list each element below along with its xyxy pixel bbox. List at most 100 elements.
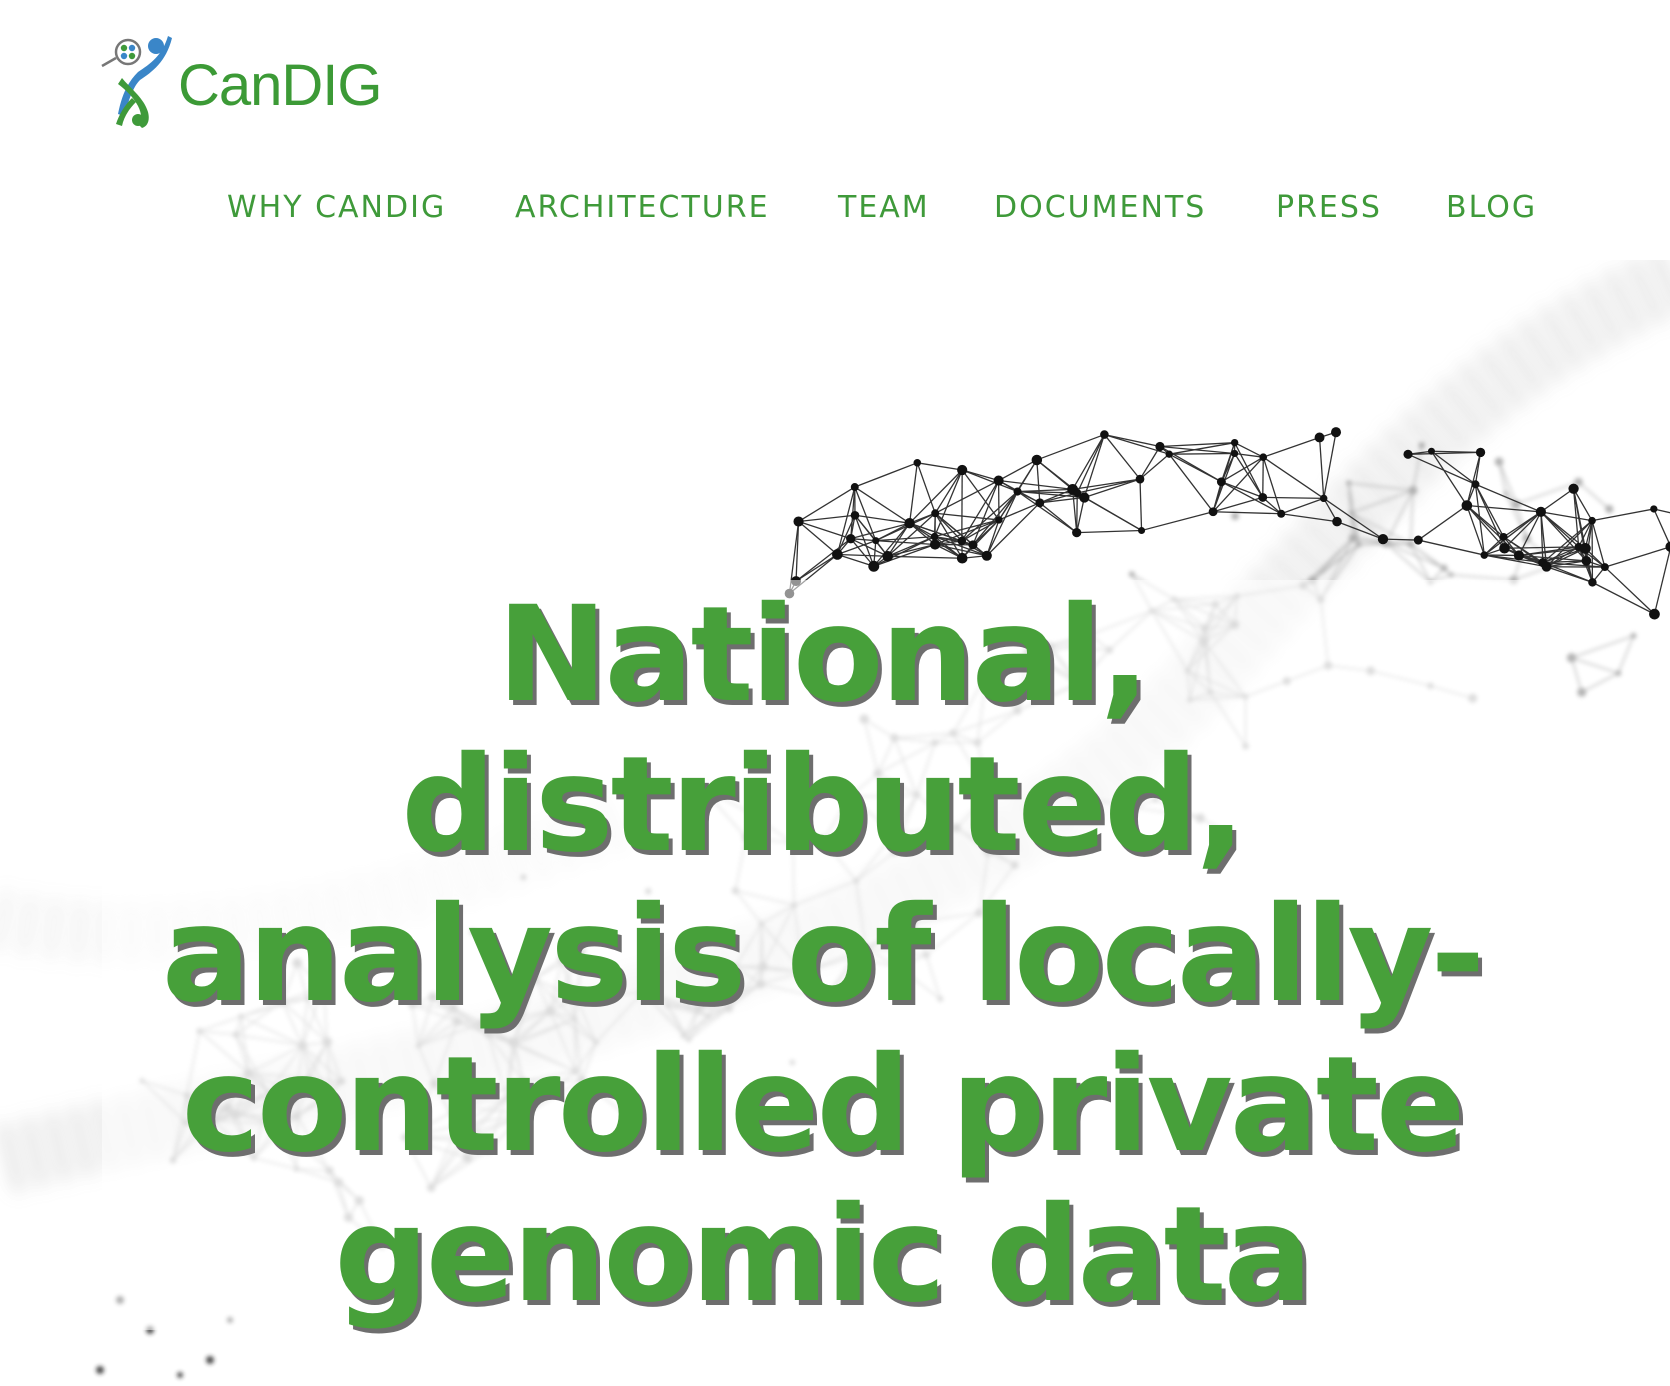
network-node <box>1100 430 1109 439</box>
network-node <box>904 517 915 529</box>
hero-title: National, distributed, analysis of local… <box>102 580 1542 1330</box>
network-link <box>908 462 918 524</box>
network-node <box>1566 653 1577 663</box>
nav-item-press[interactable]: PRESS <box>1276 190 1382 225</box>
network-link <box>795 538 852 582</box>
network-link <box>1382 538 1419 541</box>
network-node <box>1348 510 1354 516</box>
network-link <box>854 514 910 524</box>
network-link <box>1280 497 1324 515</box>
network-link <box>1262 496 1324 499</box>
network-link <box>1617 635 1635 674</box>
network-link <box>1474 483 1505 538</box>
network-node <box>1165 450 1173 458</box>
network-node <box>846 533 856 544</box>
network-link <box>1036 459 1041 503</box>
network-node <box>868 560 880 572</box>
hero-title-line: analysis of locally- <box>161 878 1485 1032</box>
network-node <box>1377 533 1389 545</box>
network-node <box>1535 506 1546 517</box>
network-node <box>957 464 968 476</box>
network-node <box>929 539 941 550</box>
network-link <box>1516 481 1579 505</box>
network-link <box>1318 437 1325 499</box>
network-link <box>1262 456 1325 499</box>
network-node <box>882 550 893 562</box>
network-node <box>1577 687 1587 697</box>
nav-item-blog[interactable]: BLOG <box>1446 190 1537 225</box>
network-link <box>1213 511 1282 515</box>
network-link <box>1169 452 1235 455</box>
network-node <box>1605 505 1614 514</box>
network-link <box>986 502 1041 557</box>
network-node <box>1503 491 1509 497</box>
network-node <box>1277 509 1286 518</box>
network-link <box>1571 657 1619 674</box>
network-link <box>917 462 963 471</box>
network-node <box>1480 551 1489 559</box>
network-link <box>798 521 838 555</box>
network-link <box>1410 543 1432 583</box>
network-link <box>1323 432 1337 499</box>
network-node <box>1665 541 1670 552</box>
network-node <box>1461 500 1473 511</box>
network-link <box>837 553 888 557</box>
network-node <box>1230 449 1239 458</box>
network-link <box>1604 546 1670 568</box>
network-node <box>850 510 860 520</box>
network-node <box>1155 441 1165 452</box>
network-link <box>1263 436 1320 458</box>
nav-item-architecture[interactable]: ARCHITECTURE <box>515 190 770 225</box>
network-node <box>1475 447 1486 458</box>
network-node <box>1418 441 1426 449</box>
logo-link[interactable]: CanDIG <box>100 28 383 128</box>
network-node <box>1408 486 1418 495</box>
network-node <box>1615 670 1622 677</box>
logo-text: CanDIG <box>178 52 383 118</box>
network-link <box>1653 547 1670 615</box>
network-node <box>832 549 843 560</box>
network-node <box>1499 542 1510 554</box>
network-node <box>993 475 1004 486</box>
network-node <box>1355 541 1362 548</box>
network-link <box>1592 581 1655 615</box>
network-node <box>1568 483 1579 494</box>
hero-title-line: controlled private <box>181 1028 1466 1182</box>
network-node <box>1471 480 1480 489</box>
network-node <box>1013 487 1022 496</box>
network-node <box>1072 528 1082 538</box>
network-node <box>1427 447 1435 455</box>
network-link <box>1076 493 1078 533</box>
network-link <box>1581 672 1619 693</box>
network-node <box>1330 427 1342 438</box>
network-node <box>1541 561 1552 572</box>
network-link <box>1168 453 1222 483</box>
network-link <box>1168 453 1214 513</box>
network-node <box>1588 516 1596 525</box>
network-link <box>1417 504 1468 541</box>
network-node <box>1600 563 1609 572</box>
network-link <box>1076 529 1142 534</box>
network-node <box>1031 454 1043 466</box>
network-node <box>1579 542 1591 554</box>
network-node <box>1346 480 1352 486</box>
nav-item-documents[interactable]: DOCUMENTS <box>994 190 1206 225</box>
network-node <box>1413 535 1423 545</box>
network-node <box>995 516 1003 524</box>
nav-item-why-candig[interactable]: WHY CANDIG <box>227 190 446 225</box>
network-node <box>1448 572 1454 578</box>
network-node <box>913 459 922 467</box>
network-node <box>1035 498 1045 508</box>
network-node <box>1332 516 1342 527</box>
network-link <box>1072 434 1105 490</box>
main-navigation: WHY CANDIG ARCHITECTURE TEAM DOCUMENTS P… <box>0 190 1670 230</box>
nav-item-team[interactable]: TEAM <box>838 190 930 225</box>
network-node <box>1499 532 1508 541</box>
network-node <box>1494 457 1504 467</box>
candig-logo-icon <box>101 36 172 128</box>
network-node <box>872 537 880 545</box>
network-link <box>1591 508 1654 522</box>
network-link <box>1546 566 1593 583</box>
network-link <box>1540 488 1574 513</box>
hero-title-line: National, <box>496 578 1150 732</box>
